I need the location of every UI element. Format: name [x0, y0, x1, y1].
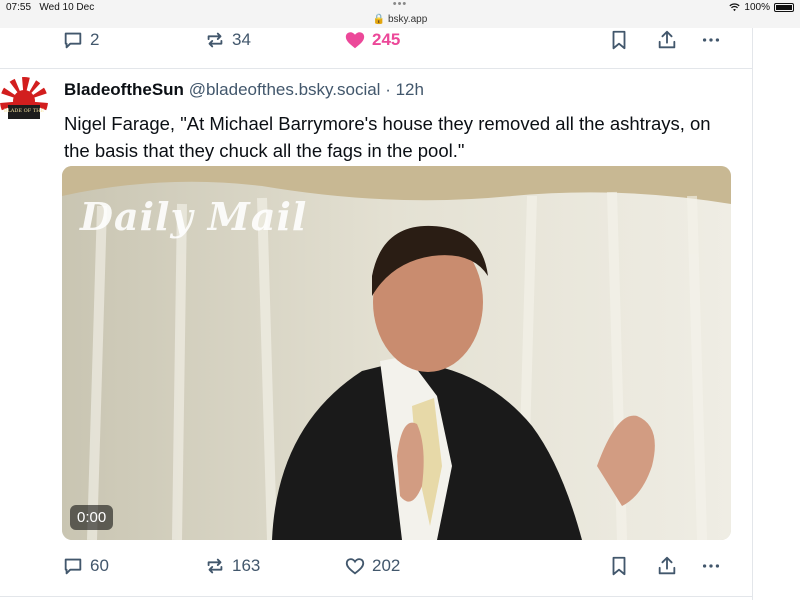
reply-button[interactable]: 60: [62, 555, 109, 577]
more-icon: [702, 564, 720, 568]
bookmark-icon: [612, 30, 626, 50]
share-icon: [658, 30, 676, 49]
more-options-button[interactable]: [700, 555, 722, 577]
address-bar[interactable]: 🔒 bsky.app: [0, 14, 800, 25]
bookmark-button[interactable]: [608, 29, 630, 51]
heart-icon: [345, 558, 365, 575]
battery-icon: [774, 3, 794, 12]
more-options-button[interactable]: [700, 29, 722, 51]
svg-text:BLADE OF THE: BLADE OF THE: [4, 108, 45, 114]
handle[interactable]: @bladeofthes.bsky.social: [189, 80, 381, 99]
post-action-bar: 60 163 202: [62, 552, 732, 580]
bookmark-icon: [612, 556, 626, 576]
share-icon: [658, 556, 676, 575]
display-name[interactable]: BladeoftheSun: [64, 80, 184, 99]
repost-icon: [207, 558, 223, 574]
like-count: 202: [372, 556, 401, 575]
repost-count: 163: [232, 556, 261, 575]
more-icon: [702, 38, 720, 42]
repost-button[interactable]: 163: [204, 555, 260, 577]
post-divider: [0, 68, 752, 69]
share-button[interactable]: [656, 29, 678, 51]
video-player[interactable]: Daily Mail 0:00: [62, 166, 731, 540]
rising-sun-avatar-icon: BLADE OF THE: [0, 77, 48, 125]
header-separator: ·: [385, 80, 391, 99]
reply-icon: [64, 32, 82, 49]
reply-count: 2: [90, 30, 100, 49]
repost-icon: [207, 32, 223, 48]
reply-button[interactable]: 2: [62, 29, 99, 51]
repost-button[interactable]: 34: [204, 29, 251, 51]
tab-dots-icon[interactable]: •••: [0, 0, 800, 10]
avatar[interactable]: BLADE OF THE: [0, 77, 48, 125]
feed-border: [752, 28, 753, 600]
prev-post-action-bar: 2 34 245: [62, 26, 732, 54]
heart-filled-icon: [345, 32, 365, 49]
video-time: 0:00: [70, 505, 114, 530]
like-count: 245: [372, 30, 401, 49]
repost-count: 34: [232, 30, 251, 49]
like-button[interactable]: 202: [344, 555, 400, 577]
like-button[interactable]: 245: [344, 29, 400, 51]
video-watermark: Daily Mail: [80, 194, 308, 239]
browser-status-bar: 07:55 Wed 10 Dec ••• 🔒 bsky.app 100%: [0, 0, 800, 28]
post-header: BladeoftheSun @bladeofthes.bsky.social ·…: [64, 80, 424, 100]
status-indicators: 100%: [729, 2, 794, 13]
reply-count: 60: [90, 556, 109, 575]
bookmark-button[interactable]: [608, 555, 630, 577]
reply-icon: [64, 558, 82, 575]
post-age[interactable]: 12h: [396, 80, 424, 99]
post-divider: [0, 596, 752, 597]
wifi-icon: [729, 3, 741, 12]
post-text: Nigel Farage, "At Michael Barrymore's ho…: [64, 113, 711, 161]
share-button[interactable]: [656, 555, 678, 577]
battery-percent: 100%: [744, 2, 770, 13]
